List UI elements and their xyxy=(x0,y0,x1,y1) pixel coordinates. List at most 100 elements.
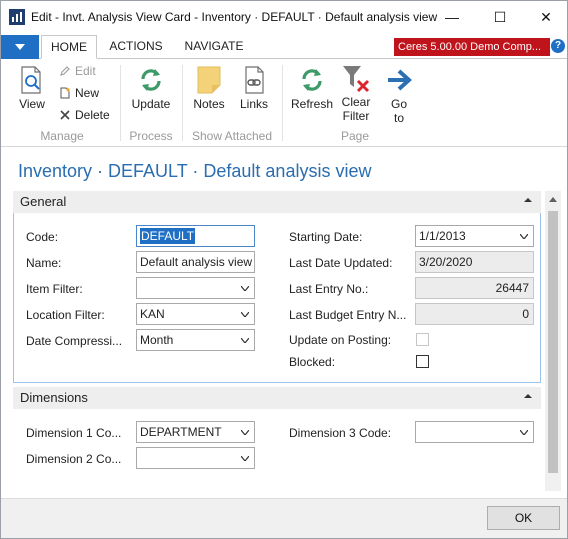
notes-icon xyxy=(197,66,221,94)
date-compression-select[interactable]: Month xyxy=(136,329,255,351)
item-filter-label: Item Filter: xyxy=(26,282,83,296)
group-label-page: Page xyxy=(340,129,370,143)
general-fasttab-header[interactable]: General xyxy=(13,191,541,213)
links-label: Links xyxy=(239,97,268,111)
chevron-down-icon[interactable] xyxy=(241,338,249,343)
location-filter-field[interactable]: KAN xyxy=(136,303,255,325)
view-icon xyxy=(21,66,41,94)
item-filter-field[interactable] xyxy=(136,277,255,299)
maximize-button[interactable]: ☐ xyxy=(477,1,523,33)
invt-analysis-view-card-window: Edit - Invt. Analysis View Card - Invent… xyxy=(0,0,568,539)
refresh-label: Refresh xyxy=(290,97,334,111)
delete-button[interactable]: Delete xyxy=(59,108,110,122)
application-menu-button[interactable] xyxy=(1,35,39,59)
tab-actions[interactable]: ACTIONS xyxy=(105,35,167,59)
last-budget-entry-no-field: 0 xyxy=(415,303,534,325)
title-bar: Edit - Invt. Analysis View Card - Invent… xyxy=(1,1,567,33)
delete-label: Delete xyxy=(75,108,110,122)
go-to-button[interactable]: Go to xyxy=(381,65,417,125)
ribbon-separator xyxy=(120,65,121,141)
code-value: DEFAULT xyxy=(140,228,196,244)
dimension-2-code-label: Dimension 2 Co... xyxy=(26,452,122,466)
tab-navigate[interactable]: NAVIGATE xyxy=(181,35,247,59)
starting-date-value: 1/1/2013 xyxy=(419,229,466,243)
pencil-icon xyxy=(60,66,70,76)
ok-button[interactable]: OK xyxy=(487,506,560,530)
new-document-icon xyxy=(60,87,71,99)
clear-filter-label-line2: Filter xyxy=(342,109,370,123)
scroll-up-arrow-icon[interactable] xyxy=(549,197,557,202)
new-label: New xyxy=(75,86,100,100)
dimensions-fasttab-header[interactable]: Dimensions xyxy=(13,387,541,409)
last-date-updated-label: Last Date Updated: xyxy=(289,256,393,270)
chevron-up-icon[interactable] xyxy=(523,391,533,401)
update-refresh-icon xyxy=(141,69,161,91)
refresh-button[interactable]: Refresh xyxy=(289,65,335,111)
tab-home[interactable]: HOME xyxy=(41,35,97,59)
chevron-down-icon[interactable] xyxy=(241,456,249,461)
go-to-label-line1: Go xyxy=(390,97,407,111)
chevron-down-icon[interactable] xyxy=(241,286,249,291)
clear-filter-label-line1: Clear xyxy=(341,95,371,109)
minimize-icon: — xyxy=(445,9,459,25)
links-icon xyxy=(245,66,264,94)
chevron-down-icon[interactable] xyxy=(520,430,528,435)
dimensions-fasttab-title: Dimensions xyxy=(20,390,88,405)
vertical-scrollbar[interactable] xyxy=(545,191,561,491)
ribbon-tab-bar: HOME ACTIONS NAVIGATE Ceres 5.00.00 Demo… xyxy=(1,33,567,59)
dimension-3-code-label: Dimension 3 Code: xyxy=(289,426,392,440)
update-button[interactable]: Update xyxy=(128,65,174,111)
app-chart-icon xyxy=(9,9,25,25)
chevron-down-icon[interactable] xyxy=(241,312,249,317)
ribbon-separator xyxy=(282,65,283,141)
dimension-2-code-field[interactable] xyxy=(136,447,255,469)
close-icon: ✕ xyxy=(540,8,552,25)
chevron-down-icon[interactable] xyxy=(520,234,528,239)
name-field[interactable]: Default analysis view xyxy=(136,251,255,273)
starting-date-field[interactable]: 1/1/2013 xyxy=(415,225,534,247)
last-entry-no-field: 26447 xyxy=(415,277,534,299)
clear-filter-button[interactable]: Clear Filter xyxy=(337,63,375,123)
dialog-footer: OK xyxy=(1,498,567,538)
notes-label: Notes xyxy=(193,97,225,111)
window-title: Edit - Invt. Analysis View Card - Invent… xyxy=(31,10,438,24)
blocked-checkbox[interactable] xyxy=(416,355,429,368)
edit-button[interactable]: Edit xyxy=(59,64,96,78)
minimize-button[interactable]: — xyxy=(429,1,475,33)
go-to-label-line2: to xyxy=(393,111,404,125)
date-compression-label: Date Compressi... xyxy=(26,334,123,348)
dimension-1-code-label: Dimension 1 Co... xyxy=(26,426,122,440)
company-badge[interactable]: Ceres 5.00.00 Demo Comp... xyxy=(394,38,550,56)
close-button[interactable]: ✕ xyxy=(523,1,568,33)
dimension-3-code-field[interactable] xyxy=(415,421,534,443)
update-label: Update xyxy=(131,97,171,111)
code-field[interactable]: DEFAULT xyxy=(136,225,255,247)
notes-button[interactable]: Notes xyxy=(189,65,229,111)
new-button[interactable]: New xyxy=(59,86,99,100)
name-label: Name: xyxy=(26,256,62,270)
code-label: Code: xyxy=(26,230,59,244)
delete-x-icon xyxy=(60,110,70,120)
arrow-right-icon xyxy=(388,69,412,91)
group-label-process: Process xyxy=(129,129,173,143)
chevron-down-icon[interactable] xyxy=(241,430,249,435)
maximize-icon: ☐ xyxy=(493,8,507,25)
scrollbar-thumb[interactable] xyxy=(548,211,558,473)
chevron-up-icon[interactable] xyxy=(523,195,533,205)
ribbon-home: View Edit New Delete Manage Update Proce… xyxy=(1,59,567,147)
help-icon[interactable]: ? xyxy=(551,39,565,53)
starting-date-label: Starting Date: xyxy=(289,230,363,244)
links-button[interactable]: Links xyxy=(235,65,273,111)
edit-label: Edit xyxy=(75,64,96,78)
group-label-show-attached: Show Attached xyxy=(191,129,273,143)
view-button[interactable]: View xyxy=(15,65,49,111)
location-filter-label: Location Filter: xyxy=(26,308,105,322)
date-compression-value: Month xyxy=(140,333,174,347)
dimension-1-code-field[interactable]: DEPARTMENT xyxy=(136,421,255,443)
refresh-icon xyxy=(302,69,322,91)
location-filter-value: KAN xyxy=(140,307,165,321)
page-title: Inventory · DEFAULT · Default analysis v… xyxy=(18,161,372,181)
update-on-posting-checkbox[interactable] xyxy=(416,333,429,346)
dropdown-arrow-icon xyxy=(15,44,25,50)
group-label-manage: Manage xyxy=(40,129,84,143)
